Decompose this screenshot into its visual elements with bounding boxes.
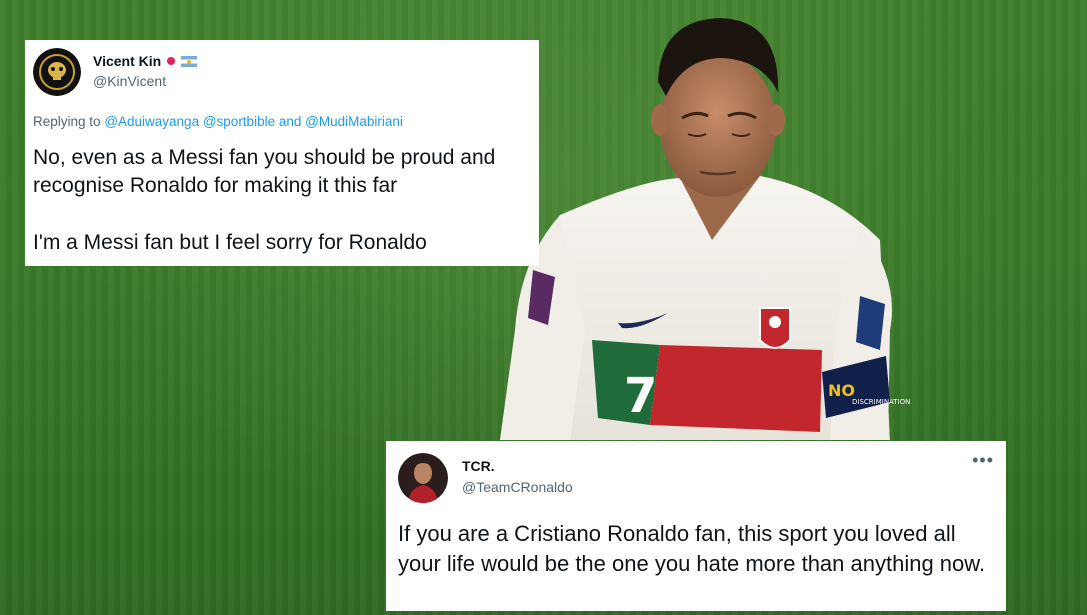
handle[interactable]: @KinVicent — [93, 73, 166, 89]
skull-avatar-icon — [33, 48, 81, 96]
tweet-card-tcr: TCR. @TeamCRonaldo ••• If you are a Cris… — [386, 441, 1006, 611]
argentina-flag-icon — [181, 55, 198, 67]
tweet-text-paragraph: If you are a Cristiano Ronaldo fan, this… — [398, 521, 986, 576]
tweet-text-paragraph: I'm a Messi fan but I feel sorry for Ron… — [33, 231, 427, 254]
svg-text:DISCRIMINATION: DISCRIMINATION — [852, 398, 910, 406]
portugal-crest-icon — [759, 307, 791, 349]
fifa-patch-icon — [856, 296, 885, 350]
avatar[interactable] — [33, 48, 81, 96]
red-dot-icon — [167, 57, 176, 65]
mention-aduiwayanga[interactable]: @Aduiwayanga — [104, 114, 199, 129]
handle[interactable]: @TeamCRonaldo — [462, 479, 573, 495]
tweet-card-vicent-kin: Vicent Kin @KinVicent Replying to @Aduiw… — [25, 40, 539, 266]
mention-and: and — [278, 114, 302, 129]
mention-mudimabiriani[interactable]: @MudiMabiriani — [305, 114, 403, 129]
tweet-text-paragraph: No, even as a Messi fan you should be pr… — [33, 146, 496, 197]
display-name[interactable]: TCR. — [462, 458, 495, 474]
replying-to: Replying to @Aduiwayanga @sportbible and… — [33, 114, 403, 129]
avatar[interactable] — [398, 453, 448, 503]
more-options-icon[interactable]: ••• — [972, 451, 994, 469]
jersey-stripe-red — [650, 345, 822, 432]
display-name[interactable]: Vicent Kin — [93, 53, 198, 69]
jersey-number: 7 — [624, 368, 657, 424]
mention-sportbible[interactable]: @sportbible — [203, 114, 275, 129]
player-avatar-icon — [398, 453, 448, 503]
svg-text:NO: NO — [828, 381, 855, 400]
